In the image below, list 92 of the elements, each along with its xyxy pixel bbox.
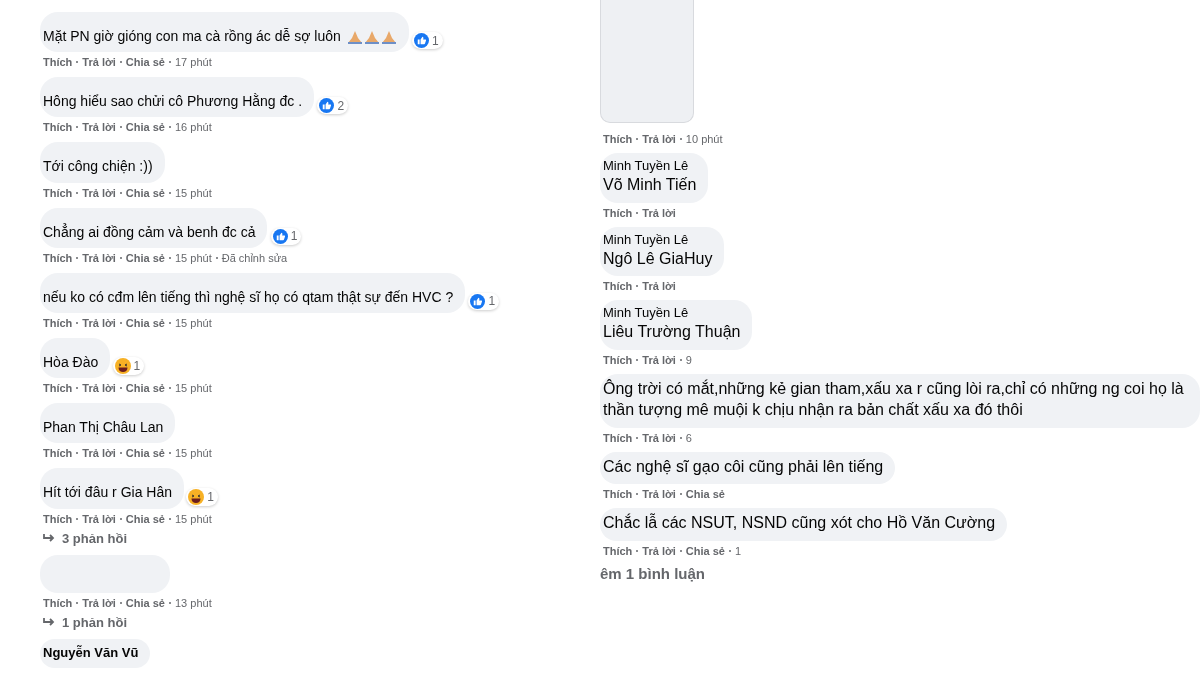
comment-time: 15 phút (175, 186, 212, 199)
comment-time: 15 phút (175, 382, 212, 395)
comment-time: 17 phút (175, 56, 212, 69)
comment-action-link[interactable]: Trả lời (82, 316, 116, 329)
like-icon (414, 33, 430, 49)
comment-action-link[interactable]: Thích (603, 354, 633, 367)
comment-text: Phan Thị Châu Lan (43, 418, 164, 437)
comment-action-link[interactable]: Chia sẻ (125, 186, 165, 199)
comment-action-link[interactable]: Trả lời (82, 186, 116, 199)
comment-action-link[interactable]: Thích (603, 431, 633, 444)
comment-author[interactable]: Minh Tuyền Lê (603, 305, 689, 323)
comment-author[interactable]: Minh Tuyền Lê (603, 158, 689, 175)
comment-action-link[interactable]: Trả lời (82, 56, 116, 69)
comment-action-link[interactable]: Trả lời (642, 431, 676, 444)
comment-time: 1 (735, 545, 742, 558)
comment-time: 10 phút (685, 133, 723, 145)
comment-action-link[interactable]: Thích (603, 280, 633, 293)
comment-action-link[interactable]: Trả lời (82, 447, 116, 460)
comment-action-link[interactable]: Trả lời (642, 280, 676, 293)
comment-action-link[interactable]: Thích (43, 447, 73, 460)
comment-action-link[interactable]: Chia sẻ (125, 316, 165, 329)
comment-text: Ngô Lê GiaHuy (603, 248, 713, 269)
reaction-badge[interactable]: 1 (270, 227, 302, 245)
comment-action-link[interactable]: Thích (43, 382, 73, 395)
comment-text: Liêu Trường Thuận (603, 322, 741, 343)
comment-action-link[interactable]: Thích (43, 186, 73, 199)
comment-action-link[interactable]: Trả lời (82, 382, 116, 395)
comment-action-link[interactable]: Thích (43, 121, 73, 134)
comment-time: 16 phút (175, 121, 212, 134)
reply-arrow-icon (43, 617, 56, 627)
comment-time: 9 (685, 354, 692, 367)
comment-text: Hít tới đâu r Gia Hân (43, 483, 172, 502)
comment-action-link[interactable]: Chia sẻ (125, 251, 165, 264)
comment-text: Chắc lẫ các NSUT, NSND cũng xót cho Hồ Văn Cường (603, 513, 996, 534)
comment-action-link[interactable]: Trả lời (82, 121, 116, 134)
comment-author[interactable]: Nguyễn Văn Vũ (43, 644, 139, 662)
laughing-face-icon (114, 358, 131, 375)
replies-link[interactable]: 3 phản hồi (40, 524, 127, 546)
edited-note: Đã chỉnh sửa (221, 251, 288, 264)
reaction-badge[interactable]: 1 (186, 487, 218, 506)
reaction-badge[interactable]: 1 (412, 32, 443, 50)
comment-action-link[interactable]: Thích (603, 545, 633, 558)
comment-text: Hòa Đào (43, 352, 99, 372)
reaction-badge[interactable]: 2 (317, 97, 349, 115)
comment-text: Ông trời có mắt,những kẻ gian tham,xấu xa r cũng lòi ra,chỉ có những ng coi họ là thần tượng mê muội k chịu nhận ra bản chất xấu xa đó thôi (603, 379, 1185, 420)
comment-action-link[interactable]: Thích (603, 488, 633, 501)
comment-action-link[interactable]: Chia sẻ (125, 121, 165, 134)
comment-action-link[interactable]: Trả lời (82, 596, 116, 609)
comment-action-link[interactable]: Trả lời (642, 545, 676, 558)
comment-time: 15 phút (175, 512, 212, 525)
comment-action-link[interactable]: Chia sẻ (685, 545, 725, 558)
comment-action-link[interactable]: Trả lời (82, 512, 116, 525)
comment-text: Mặt PN giờ gióng con ma cà rồng ác dễ sợ luôn (43, 27, 397, 46)
comment-action-link[interactable]: Thích (603, 206, 633, 219)
like-icon (272, 228, 288, 244)
comment-time: 15 phút (175, 251, 212, 264)
comment-action-link[interactable]: Thích (43, 512, 73, 525)
comment-time: 13 phút (175, 596, 212, 609)
comment-time: 6 (685, 431, 692, 444)
comment-time: 15 phút (175, 316, 212, 329)
comment-text: Hông hiểu sao chửi cô Phương Hằng đc . (43, 92, 303, 111)
comment-action-link[interactable]: Thích (43, 316, 73, 329)
comment-action-link[interactable]: Thích (603, 133, 633, 145)
comment-text: nếu ko có cđm lên tiếng thì nghệ sĩ họ có qtam thật sự đến HVC ? (43, 287, 454, 306)
comment-action-link[interactable]: Trả lời (642, 206, 676, 219)
comment-author[interactable]: Minh Tuyền Lê (603, 231, 689, 249)
comment-action-link[interactable]: Thích (43, 596, 73, 609)
comment-action-link[interactable]: Chia sẻ (685, 488, 725, 501)
comment-text: Chẳng ai đồng cảm và benh đc cả (43, 222, 256, 241)
more-comments-link[interactable]: êm 1 bình luận (600, 565, 705, 583)
comment-action-link[interactable]: Trả lời (82, 251, 116, 264)
comment-action-link[interactable]: Trả lời (642, 133, 676, 145)
reaction-badge[interactable]: 1 (112, 357, 145, 376)
comment-action-link[interactable]: Chia sẻ (125, 56, 165, 69)
comment-action-link[interactable]: Chia sẻ (125, 382, 165, 395)
comment-action-link[interactable]: Chia sẻ (125, 596, 165, 609)
replies-link[interactable]: 1 phản hồi (40, 608, 127, 630)
laughing-face-icon (188, 488, 205, 505)
comment-action-link[interactable]: Trả lời (642, 354, 676, 367)
like-icon (470, 293, 486, 309)
reply-arrow-icon (43, 533, 56, 543)
comment-action-link[interactable]: Thích (43, 56, 73, 69)
like-icon (319, 98, 335, 114)
comment-text: Võ Minh Tiến (603, 174, 697, 195)
comment-text: Các nghệ sĩ gạo côi cũng phải lên tiếng (603, 456, 884, 477)
reaction-badge[interactable]: 1 (468, 292, 500, 310)
comment-action-link[interactable]: Chia sẻ (125, 512, 165, 525)
comment-action-link[interactable]: Thích (43, 251, 73, 264)
comment-text: Tới công chiện :)) (43, 157, 153, 176)
comment-action-link[interactable]: Chia sẻ (125, 447, 165, 460)
comment-time: 15 phút (175, 447, 212, 460)
comment-action-link[interactable]: Trả lời (642, 488, 676, 501)
